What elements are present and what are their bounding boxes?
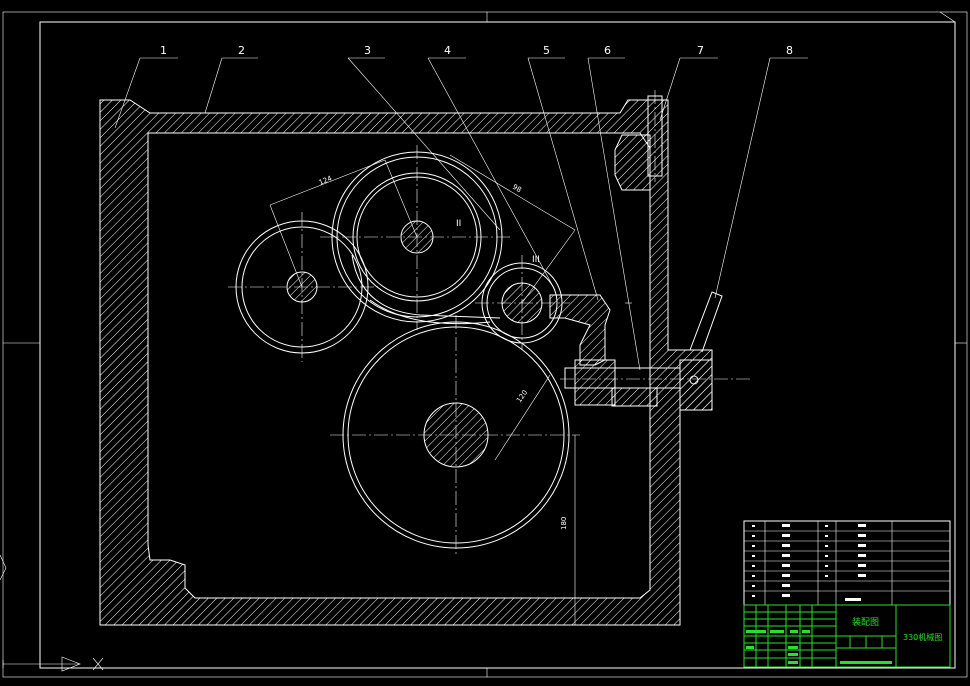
part-label-1: 1 — [160, 44, 167, 57]
gear-top — [320, 145, 510, 330]
ucs-axis-icon — [0, 554, 104, 672]
dim-label-3: 120 — [515, 389, 529, 405]
drawing-id: 330机械图 — [903, 632, 942, 642]
part-label-5: 5 — [543, 44, 550, 57]
title-block: 装配图 330机械图 — [743, 604, 951, 668]
part-label-2: 2 — [238, 44, 245, 57]
drawing-canvas: 124 98 120 180 II III 1 2 3 4 5 6 7 8 装配… — [0, 11, 968, 678]
parts-list — [743, 520, 951, 606]
part-label-3: 3 — [364, 44, 371, 57]
gearbox-housing — [99, 90, 713, 626]
cad-viewport[interactable]: 124 98 120 180 II III 1 2 3 4 5 6 7 8 装配… — [0, 0, 970, 682]
part-label-4: 4 — [444, 44, 451, 57]
part-label-6: 6 — [604, 44, 611, 57]
part-label-7: 7 — [697, 44, 704, 57]
drawing-name: 装配图 — [852, 616, 879, 628]
part-numbers: 1 2 3 4 5 6 7 8 — [160, 44, 793, 57]
parts-list-marks — [752, 524, 866, 601]
dim-label-1: 124 — [318, 174, 334, 187]
shaft-label-2: II — [456, 219, 461, 229]
gear-left — [228, 212, 378, 362]
dim-label-4: 180 — [560, 517, 568, 530]
gear-large — [330, 315, 580, 555]
part-label-8: 8 — [786, 44, 793, 57]
